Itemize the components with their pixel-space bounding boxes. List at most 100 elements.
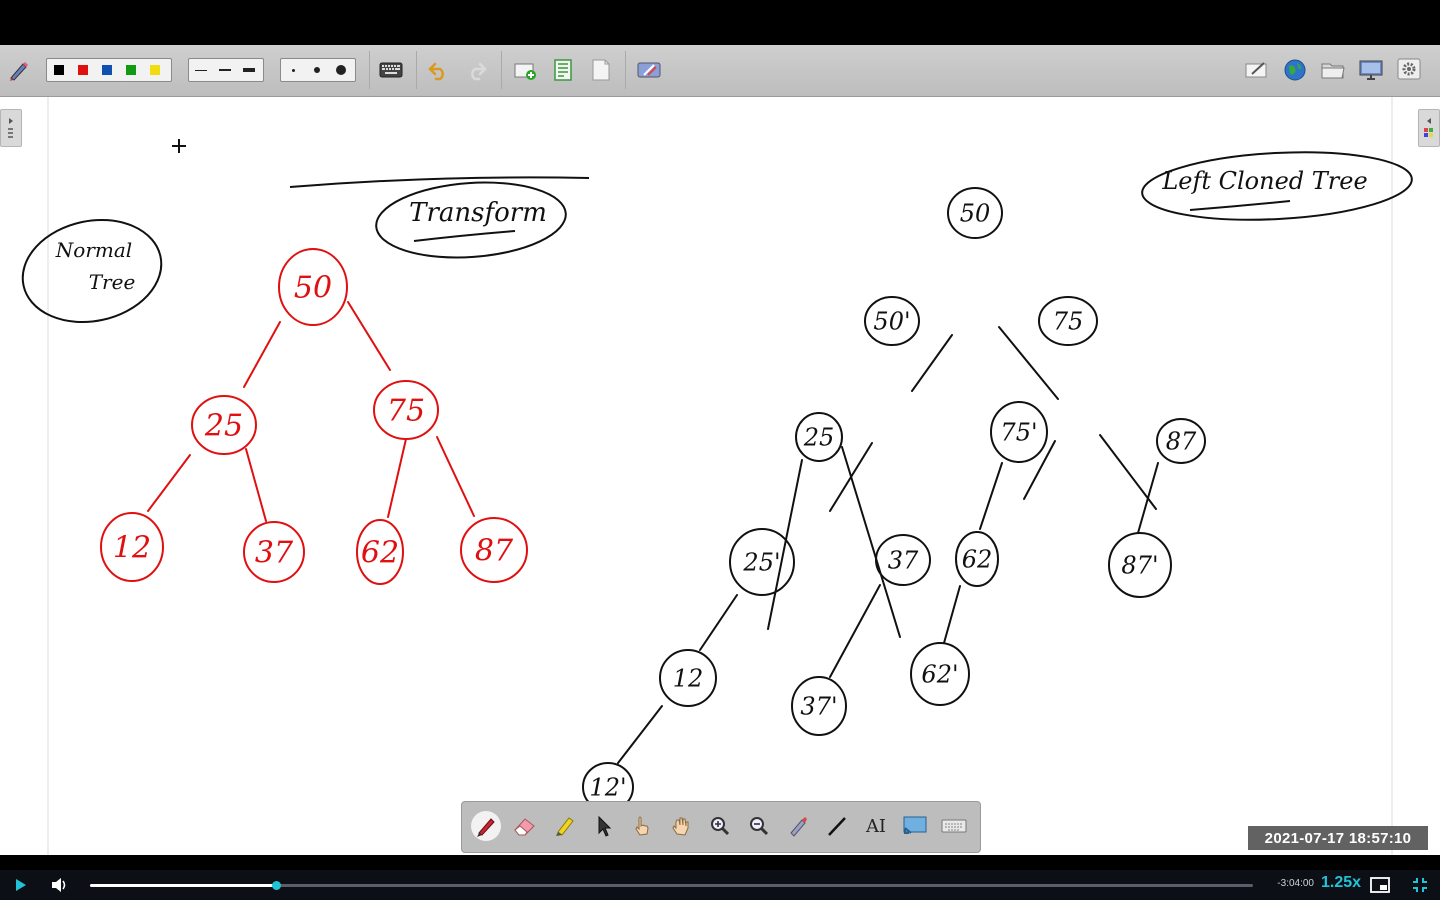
tree-edge: [841, 446, 901, 638]
point-size-medium[interactable]: [305, 59, 329, 81]
tree-edge: [767, 459, 803, 630]
folder-icon[interactable]: [1320, 57, 1346, 83]
keyboard-icon[interactable]: [378, 57, 404, 83]
tree-node: 37': [791, 676, 847, 736]
pen-color-palette: [46, 58, 172, 82]
line-width-thick[interactable]: [237, 59, 261, 81]
tree-edge: [147, 454, 191, 512]
keyboard-icon[interactable]: [939, 811, 969, 841]
tree-node-value: 25: [204, 409, 243, 444]
exit-fullscreen-icon[interactable]: [1409, 874, 1431, 896]
tree-node: 87': [1108, 532, 1172, 598]
tree-node-value: 87: [1166, 427, 1197, 455]
normal-tree-label: Normal Tree: [21, 218, 163, 324]
text-tool-icon[interactable]: AI: [861, 811, 891, 841]
line-width-thin[interactable]: [189, 59, 213, 81]
toolbar-divider: [369, 51, 370, 89]
left-cloned-tree: 50 50' 75 25 75' 87 25' 37 62 87' 12 37' 62' 12': [582, 187, 1206, 812]
new-page-icon[interactable]: [512, 57, 538, 83]
line-width-palette: [188, 58, 264, 82]
point-size-small[interactable]: [281, 59, 305, 81]
color-swatch-red[interactable]: [71, 59, 95, 81]
color-swatch-yellow[interactable]: [143, 59, 167, 81]
time-remaining: -3:04:00: [1277, 878, 1314, 889]
tree-edge: [243, 321, 281, 388]
seek-handle[interactable]: [272, 881, 282, 890]
tree-node-value: 25': [742, 548, 780, 576]
recording-timestamp: 2021-07-17 18:57:10: [1248, 826, 1428, 850]
edit-page-icon[interactable]: [1244, 57, 1270, 83]
cloned-tree-edges: [617, 326, 1159, 764]
top-toolbar: [0, 45, 1440, 97]
line-tool-icon[interactable]: [822, 811, 852, 841]
transform-label: Transform: [375, 181, 567, 259]
page-list-icon[interactable]: [550, 57, 576, 83]
tree-node: 50: [947, 187, 1003, 239]
color-swatch-blue[interactable]: [95, 59, 119, 81]
point-size-palette: [280, 58, 356, 82]
whiteboard-canvas[interactable]: Normal Tree Transform Left Cloned Tree 5…: [0, 97, 1440, 855]
tree-edge: [347, 301, 391, 371]
volume-icon[interactable]: [49, 874, 71, 896]
tree-node-value: 37': [800, 692, 837, 720]
tree-node-value: 75': [1000, 418, 1037, 446]
seek-progress: [90, 884, 277, 887]
tree-node-value: 62: [962, 545, 993, 573]
redo-icon[interactable]: [464, 57, 490, 83]
tree-node-value: 50: [294, 271, 332, 306]
tree-node: 25: [191, 395, 257, 455]
blank-page-icon[interactable]: [588, 57, 614, 83]
color-swatch-green[interactable]: [119, 59, 143, 81]
tree-node: 12: [100, 512, 164, 582]
tree-node-value: 25: [803, 423, 835, 451]
laser-pointer-icon[interactable]: [783, 811, 813, 841]
tree-edge: [699, 594, 738, 651]
toolbar-divider: [501, 51, 502, 89]
toolbar-divider: [416, 51, 417, 89]
tree-edge: [943, 585, 961, 644]
tree-node-value: 50': [873, 307, 910, 335]
tree-node: 50: [278, 248, 348, 326]
eraser-icon[interactable]: [510, 811, 540, 841]
pointer-hand-icon[interactable]: [627, 811, 657, 841]
select-arrow-icon[interactable]: [588, 811, 618, 841]
settings-icon[interactable]: [1396, 57, 1422, 83]
globe-icon[interactable]: [1282, 57, 1308, 83]
pan-hand-icon[interactable]: [666, 811, 696, 841]
tree-node: 62': [910, 642, 970, 706]
tree-node-value: 12: [673, 664, 704, 692]
tree-edge: [617, 705, 663, 764]
drawing-tools-toolbar: AI: [461, 801, 981, 853]
seek-bar[interactable]: [90, 881, 1253, 890]
tree-node-value: 12: [113, 531, 151, 566]
tree-node-value: 87: [475, 534, 514, 569]
tree-node: 87: [460, 517, 528, 583]
toolbar-divider: [625, 51, 626, 89]
pen-icon[interactable]: [471, 811, 501, 841]
tree-node-value: 75: [387, 394, 425, 429]
undo-icon[interactable]: [425, 57, 451, 83]
clear-screen-icon[interactable]: [636, 57, 662, 83]
tree-edge: [245, 448, 267, 522]
picture-in-picture-icon[interactable]: [1369, 874, 1391, 896]
zoom-out-icon[interactable]: [744, 811, 774, 841]
playback-speed-button[interactable]: 1.25x: [1318, 874, 1364, 892]
tree-edge: [387, 438, 407, 518]
tree-node-value: 62: [361, 536, 399, 571]
pen-settings-icon[interactable]: [6, 57, 32, 83]
screen-icon[interactable]: [1358, 57, 1384, 83]
screen-capture-icon[interactable]: [900, 811, 930, 841]
point-size-large[interactable]: [329, 59, 353, 81]
zoom-in-icon[interactable]: [705, 811, 735, 841]
tree-node: 37: [875, 534, 931, 586]
tree-node: 25': [729, 528, 795, 596]
tree-node-value: 50: [960, 199, 991, 227]
line-width-medium[interactable]: [213, 59, 237, 81]
highlighter-icon[interactable]: [549, 811, 579, 841]
tree-node-value: 75: [1053, 307, 1084, 335]
play-icon[interactable]: [9, 874, 31, 896]
color-swatch-black[interactable]: [47, 59, 71, 81]
tree-node-value: 12': [589, 773, 626, 801]
tree-node-value: 62': [921, 660, 958, 688]
tree-node: 12: [659, 649, 717, 707]
